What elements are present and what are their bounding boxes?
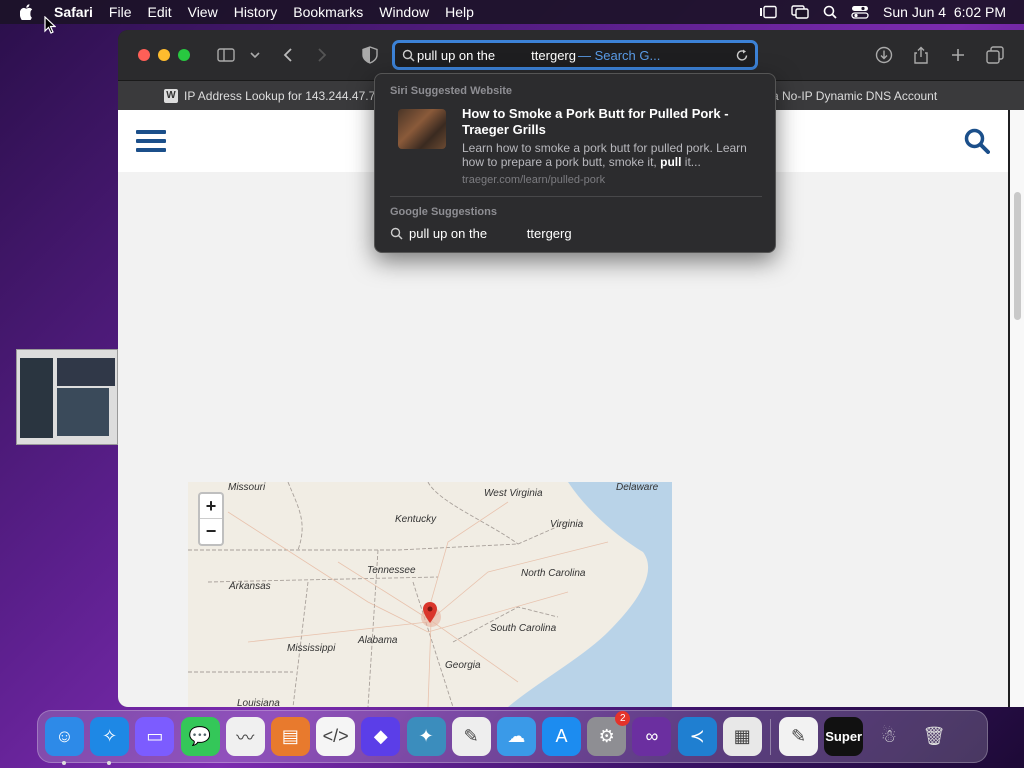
siri-suggested-header: Siri Suggested Website: [390, 85, 513, 97]
apple-icon[interactable]: [18, 3, 36, 21]
menu-bookmarks[interactable]: Bookmarks: [285, 4, 371, 20]
downloads-icon[interactable]: [874, 45, 894, 65]
forward-icon[interactable]: [312, 45, 332, 65]
code-icon[interactable]: </>: [316, 717, 356, 756]
map-label-west-virginia: West Virginia: [484, 488, 543, 499]
running-indicator: [107, 761, 112, 765]
map-zoom-control: + −: [198, 492, 224, 546]
zoom-button[interactable]: [178, 49, 190, 61]
menu-view[interactable]: View: [180, 4, 226, 20]
hamburger-menu-icon[interactable]: [136, 130, 166, 152]
launchpad-icon[interactable]: ▦: [722, 717, 762, 756]
stage-manager-thumbnail[interactable]: [16, 349, 118, 445]
share-icon[interactable]: [911, 45, 931, 65]
vscode-icon[interactable]: ≺: [677, 717, 717, 756]
menu-help[interactable]: Help: [437, 4, 482, 20]
map-label-south-carolina: South Carolina: [490, 623, 557, 634]
zoom-out-button[interactable]: −: [200, 519, 222, 544]
finder-icon[interactable]: ☺: [45, 717, 84, 765]
map-label-north-carolina: North Carolina: [521, 568, 586, 579]
google-suggestion-item[interactable]: pull up on the ttergerg: [390, 226, 572, 241]
trash-icon[interactable]: 🗑: [915, 717, 954, 756]
freeform-icon[interactable]: 〰: [225, 717, 265, 756]
character-icon[interactable]: ☃: [869, 717, 908, 756]
pen-icon[interactable]: ✎: [451, 717, 491, 756]
map-label-kentucky: Kentucky: [395, 514, 437, 525]
search-suggestions-dropdown: Siri Suggested Website How to Smoke a Po…: [374, 73, 776, 253]
privacy-shield-icon[interactable]: [360, 45, 380, 65]
dock-separator: [770, 718, 771, 755]
thumbnail-sidebar: [20, 358, 53, 438]
laptop-icon[interactable]: ▭: [135, 717, 175, 756]
thumbnail-panel: [57, 358, 115, 386]
address-input-text[interactable]: pull up on the ttergerg: [417, 48, 576, 63]
map-label-arkansas: Arkansas: [229, 581, 271, 592]
search-icon[interactable]: [964, 128, 990, 154]
tab-favicon: W: [164, 88, 178, 103]
spotlight-search-icon[interactable]: [823, 5, 837, 19]
google-suggestion-text[interactable]: pull up on the ttergerg: [409, 226, 572, 241]
back-icon[interactable]: [278, 45, 298, 65]
map-label-virginia: Virginia: [550, 519, 584, 530]
map-label-georgia: Georgia: [445, 660, 481, 671]
map-pin-icon[interactable]: [423, 602, 437, 624]
safari-icon[interactable]: ✧: [90, 717, 130, 765]
reload-icon[interactable]: [736, 49, 749, 62]
weather-icon[interactable]: ☁: [496, 717, 536, 756]
dock: ☺ ✧ ▭ 💬 〰 ▤ </> ◆ ✦ ✎ ☁ A ⚙ 2 ∞ ≺ ▦ ✎ Super ☃ 🗑: [37, 710, 988, 765]
running-indicator: [62, 761, 66, 765]
menu-clock[interactable]: Sun Jun 4 6:02 PM: [883, 4, 1006, 20]
close-button[interactable]: [138, 49, 150, 61]
page-scrollbar[interactable]: [1010, 110, 1024, 707]
menu-file[interactable]: File: [101, 4, 140, 20]
chevron-down-icon[interactable]: [245, 45, 265, 65]
map-label-mississippi: Mississippi: [287, 643, 336, 654]
zoom-in-button[interactable]: +: [200, 494, 222, 519]
map-label-alabama: Alabama: [358, 635, 398, 646]
settings-icon[interactable]: ⚙ 2: [587, 711, 631, 756]
messages-icon[interactable]: 💬: [180, 717, 220, 756]
dropdown-divider: [390, 196, 762, 197]
menu-window[interactable]: Window: [371, 4, 437, 20]
map-widget[interactable]: Missouri Kentucky West Virginia Delaware…: [188, 482, 672, 707]
new-tab-icon[interactable]: [948, 45, 968, 65]
notification-badge: 2: [615, 711, 631, 726]
vs-icon[interactable]: ∞: [632, 717, 672, 756]
suggested-result-url: traeger.com/learn/pulled-pork: [462, 174, 606, 186]
tab-active-title[interactable]: IP Address Lookup for 143.244.47.73: [184, 89, 382, 103]
control-center-icon[interactable]: [851, 5, 869, 19]
address-bar[interactable]: pull up on the ttergerg — Search G...: [392, 40, 758, 70]
search-icon: [402, 49, 415, 62]
result-thumbnail[interactable]: [398, 109, 446, 149]
suggested-result-title[interactable]: How to Smoke a Pork Butt for Pulled Pork…: [462, 106, 762, 138]
appstore-icon[interactable]: A: [542, 717, 582, 756]
menu-bar: Safari File Edit View History Bookmarks …: [0, 0, 1024, 24]
tools-icon[interactable]: ✦: [406, 717, 446, 756]
cursor-icon: [44, 16, 56, 34]
menu-edit[interactable]: Edit: [139, 4, 179, 20]
stage-manager-icon[interactable]: [759, 5, 777, 19]
address-search-suffix: — Search G...: [577, 47, 661, 63]
tab-noip-title[interactable]: a No-IP Dynamic DNS Account: [772, 89, 937, 103]
thumbnail-content: [57, 388, 109, 436]
search-icon: [390, 227, 403, 240]
suggested-result-description: Learn how to smoke a pork butt for pulle…: [462, 141, 747, 169]
google-suggestions-header: Google Suggestions: [390, 206, 497, 218]
shortcuts-icon[interactable]: ◆: [361, 717, 401, 756]
sidebar-toggle-icon[interactable]: [216, 45, 236, 65]
map-label-tennessee: Tennessee: [367, 565, 416, 576]
tab-overview-icon[interactable]: [985, 45, 1005, 65]
keynote-icon[interactable]: ▤: [270, 717, 310, 756]
textedit-icon[interactable]: ✎: [779, 717, 818, 756]
screen-mirroring-icon[interactable]: [791, 5, 809, 19]
super-icon[interactable]: Super: [824, 717, 864, 756]
minimize-button[interactable]: [158, 49, 170, 61]
map-label-louisiana: Louisiana: [237, 698, 280, 707]
map-label-missouri: Missouri: [228, 482, 266, 493]
scrollbar-thumb[interactable]: [1014, 192, 1021, 320]
map-label-delaware: Delaware: [616, 482, 659, 493]
menu-history[interactable]: History: [226, 4, 286, 20]
